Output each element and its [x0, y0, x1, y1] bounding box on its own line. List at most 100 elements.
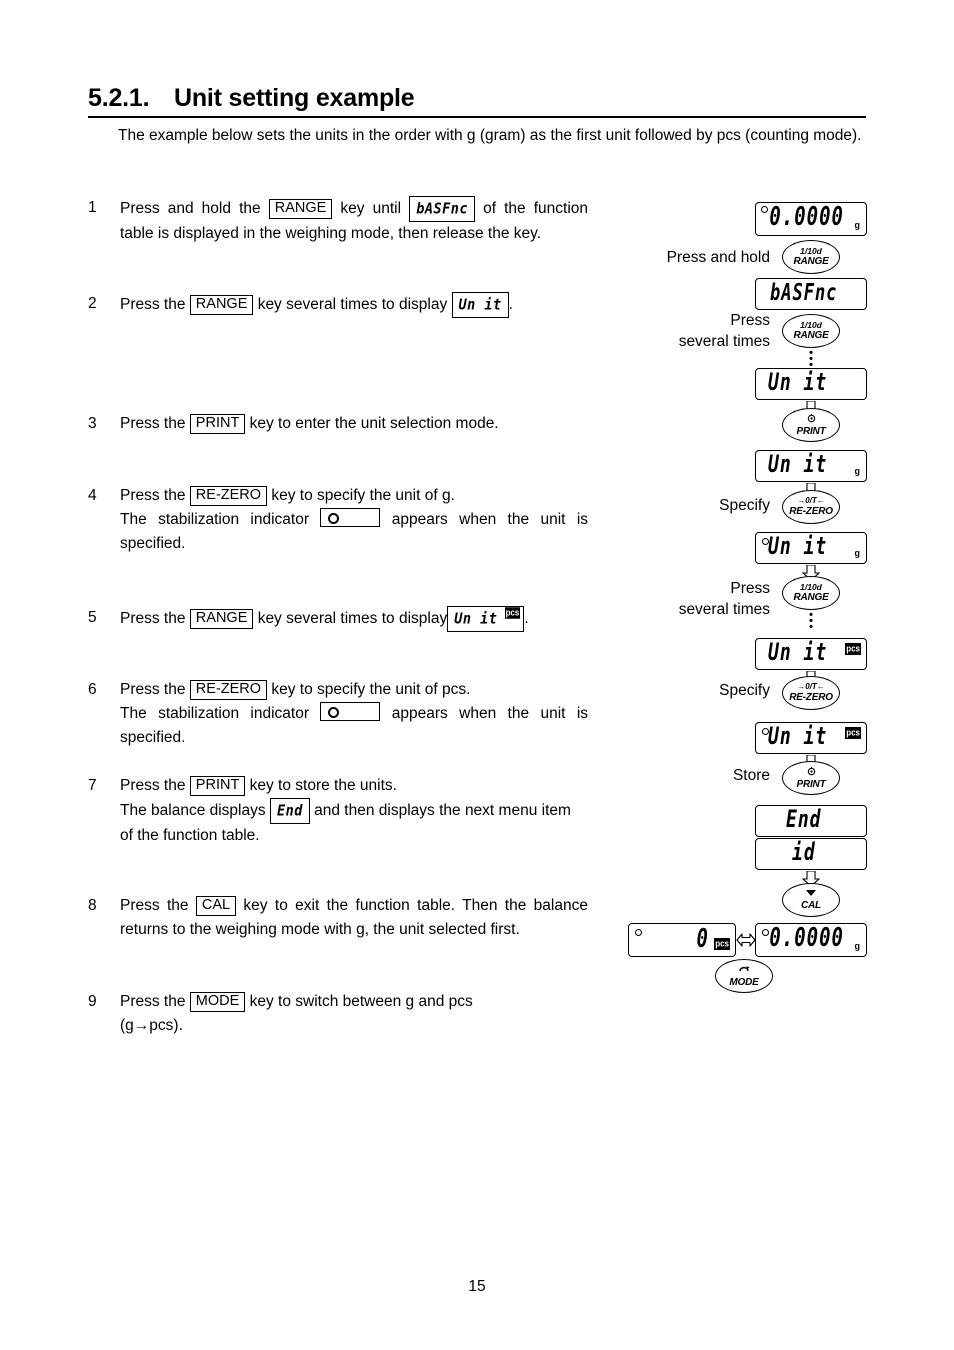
step-number: 2	[88, 295, 97, 312]
label-specify-1: Specify	[719, 497, 770, 514]
display-unit-pcs: Un it pcs	[755, 638, 867, 670]
intro-paragraph: The example below sets the units in the …	[118, 127, 862, 144]
key-label: MODE	[729, 977, 759, 988]
step-number: 5	[88, 609, 97, 626]
display-value: 0.0000	[769, 202, 844, 232]
key-label: PRINT	[796, 426, 826, 437]
section-number: 5.2.1.	[88, 84, 150, 112]
key-range: RANGE	[189, 609, 254, 629]
lcd-unit-pcs: Un it pcs	[447, 606, 525, 632]
key-label: CAL	[801, 900, 821, 911]
key-label: PRINT	[796, 779, 826, 790]
lcd-text: End	[276, 801, 303, 820]
key-label: RANGE	[793, 592, 829, 603]
display-value: 0	[696, 924, 709, 954]
key-cal[interactable]: CAL	[782, 883, 840, 917]
key-mode[interactable]: MODE	[715, 959, 773, 993]
display-unit-pcs-specified: Un it pcs	[755, 722, 867, 754]
step-3: 3 Press the PRINT key to enter the unit …	[88, 412, 588, 440]
cal-icon	[783, 889, 839, 900]
step-9: 9 Press the MODE key to switch between g…	[88, 990, 588, 1042]
key-range: RANGE	[268, 199, 333, 219]
display-unit: g	[854, 941, 861, 951]
label-press-and-hold: Press and hold	[666, 249, 770, 266]
key-range-1[interactable]: 1/10d RANGE	[782, 240, 840, 274]
display-value: bASFnc	[770, 279, 838, 307]
step-text: Press the	[120, 610, 186, 627]
step-text: key to exit the function table. Then the…	[120, 897, 588, 938]
lcd-text: Un it	[454, 609, 498, 628]
key-label: RE-ZERO	[789, 692, 833, 703]
label-press-several-times-2: Press several times	[678, 580, 770, 618]
stabilization-icon	[762, 929, 769, 936]
step-text: key to specify the unit of pcs.	[271, 681, 471, 698]
stabilization-icon	[635, 929, 642, 936]
display-value: Un it	[768, 532, 828, 561]
step-text: Press and hold the	[120, 200, 261, 217]
display-end: End	[755, 805, 867, 837]
step-text: The stabilization indicator	[120, 511, 310, 528]
display-unit: g	[854, 220, 861, 230]
step-text: Press the	[120, 897, 189, 914]
step-text: Press the	[120, 681, 186, 698]
key-subtitle: 1/10d	[800, 320, 822, 330]
step-1: 1 Press and hold the RANGE key until bAS…	[88, 196, 588, 272]
step-number: 6	[88, 681, 97, 698]
stabilization-icon	[761, 206, 768, 213]
step-text: The stabilization indicator	[120, 705, 310, 722]
print-icon	[783, 767, 839, 779]
key-re-zero-2[interactable]: →0/T← RE-ZERO	[782, 676, 840, 710]
lcd-basfnc: bASFnc	[409, 196, 475, 222]
key-print-2[interactable]: PRINT	[782, 761, 840, 795]
mode-icon	[716, 965, 772, 977]
key-print-1[interactable]: PRINT	[782, 408, 840, 442]
display-value: id	[792, 838, 816, 867]
print-icon	[783, 414, 839, 426]
display-unit-g: Un it g	[755, 450, 867, 482]
stabilization-indicator	[320, 508, 381, 527]
step-text: key several times to display	[257, 610, 448, 627]
lcd-unit: Un it	[451, 292, 509, 318]
continuation-dots-1: • • •	[809, 347, 813, 371]
label-store: Store	[732, 767, 770, 784]
continuation-dots-2: • • •	[809, 609, 813, 633]
label-press-several-times-1: Press several times	[678, 312, 770, 350]
step-text: key to switch between g and pcs	[249, 993, 473, 1010]
pcs-indicator: pcs	[504, 607, 521, 619]
step-text: key several times to display	[257, 296, 448, 313]
document-page: 5.2.1. Unit setting example The example …	[0, 0, 954, 1350]
step-number: 7	[88, 777, 97, 794]
lcd-text: Un it	[458, 295, 502, 314]
key-mode: MODE	[189, 992, 246, 1012]
procedure-flow-diagram: 0.0000 g Press and hold 1/10d RANGE bASF…	[600, 180, 940, 1020]
step-text: key to enter the unit selection mode.	[249, 415, 499, 432]
display-unit-g-specified: Un it g	[755, 532, 867, 564]
mode-toggle-arrow	[736, 930, 756, 950]
key-range: RANGE	[189, 295, 254, 315]
step-8: 8 Press the CAL key to exit the function…	[88, 894, 588, 970]
key-label: RANGE	[793, 256, 829, 267]
step-number: 4	[88, 487, 97, 504]
key-label: RE-ZERO	[789, 506, 833, 517]
display-unit: g	[854, 466, 861, 476]
key-re-zero-1[interactable]: →0/T← RE-ZERO	[782, 490, 840, 524]
step-text: Press the	[120, 296, 186, 313]
key-range-2[interactable]: 1/10d RANGE	[782, 314, 840, 348]
pcs-indicator: pcs	[845, 643, 861, 655]
key-range-3[interactable]: 1/10d RANGE	[782, 576, 840, 610]
step-text: key to store the units.	[249, 777, 397, 794]
re-zero-icon: →0/T←	[797, 496, 825, 505]
step-text: (g→pcs).	[120, 1017, 183, 1034]
display-id: id	[755, 838, 867, 870]
step-7: 7 Press the PRINT key to store the units…	[88, 774, 588, 850]
key-print: PRINT	[189, 414, 246, 434]
step-text: Press the	[120, 777, 186, 794]
step-text: The balance displays	[120, 802, 266, 819]
display-unit: g	[854, 548, 861, 558]
key-cal: CAL	[195, 896, 237, 916]
step-number: 3	[88, 415, 97, 432]
step-text: .	[524, 610, 529, 627]
key-label: RANGE	[793, 330, 829, 341]
step-6: 6 Press the RE-ZERO key to specify the u…	[88, 678, 588, 754]
display-weighing-g: 0.0000 g	[755, 202, 867, 236]
